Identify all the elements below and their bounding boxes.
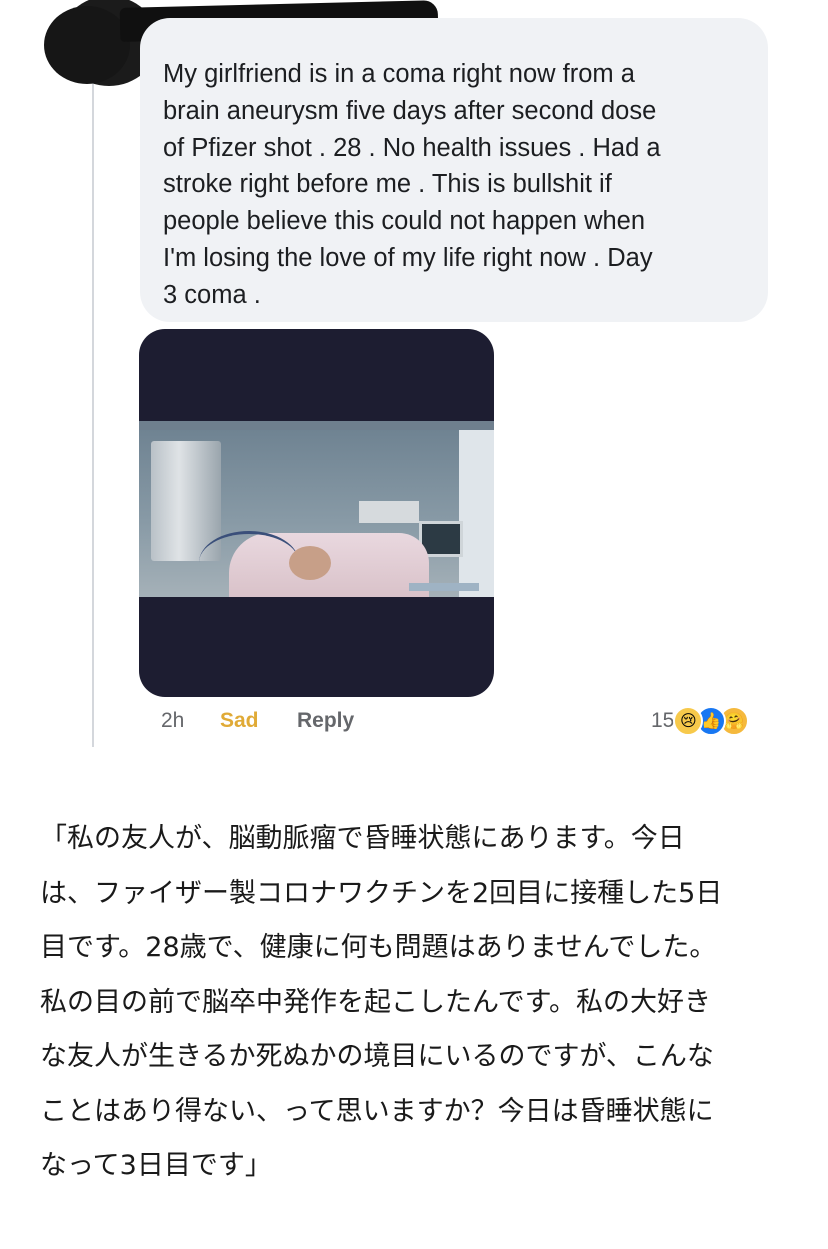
sad-reaction-button[interactable]: Sad	[220, 706, 259, 736]
patient	[289, 546, 331, 580]
medical-tubes	[199, 531, 299, 594]
thread-line	[92, 72, 94, 747]
comment-timestamp[interactable]: 2h	[161, 706, 184, 736]
photo-watermark	[409, 583, 479, 591]
photo-side-strip	[459, 430, 494, 597]
comment-text: My girlfriend is in a coma right now fro…	[163, 60, 661, 309]
wall-shelf	[359, 501, 419, 523]
reply-button[interactable]: Reply	[297, 706, 354, 736]
photo-status-bar	[139, 421, 494, 430]
reaction-summary[interactable]: 15 😢 👍 🤗	[651, 704, 750, 738]
reaction-count: 15	[651, 709, 675, 732]
japanese-translation: 「私の友人が、脳動脈瘤で昏睡状態にあります。今日 は、ファイザー製コロナワクチン…	[40, 823, 723, 1181]
avatar[interactable]	[44, 6, 130, 84]
attached-photo[interactable]	[139, 329, 494, 697]
sad-icon: 😢	[673, 706, 704, 736]
hospital-photo	[139, 421, 494, 597]
